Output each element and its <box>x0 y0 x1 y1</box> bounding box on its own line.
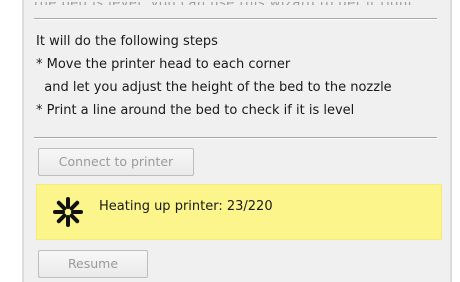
step-move-head: * Move the printer head to each corner <box>36 57 291 72</box>
step-print-line: * Print a line around the bed to check i… <box>36 103 355 118</box>
wizard-window: the bed is level, you can use this wizar… <box>0 0 460 282</box>
bed-leveling-panel: the bed is level, you can use this wizar… <box>22 0 452 282</box>
middle-divider <box>34 137 437 139</box>
heating-status-text: Heating up printer: 23/220 <box>99 199 273 214</box>
resume-button[interactable]: Resume <box>38 250 148 278</box>
steps-intro: It will do the following steps <box>36 34 218 49</box>
top-divider <box>34 18 437 20</box>
connect-to-printer-button[interactable]: Connect to printer <box>38 148 194 176</box>
heating-status-box: Heating up printer: 23/220 <box>36 184 442 240</box>
step-adjust-height: and let you adjust the height of the bed… <box>36 80 392 95</box>
cut-off-text: the bed is level, you can use this wizar… <box>34 2 434 5</box>
busy-spinner-icon <box>53 197 83 227</box>
steps-description: It will do the following steps * Move th… <box>36 30 446 122</box>
